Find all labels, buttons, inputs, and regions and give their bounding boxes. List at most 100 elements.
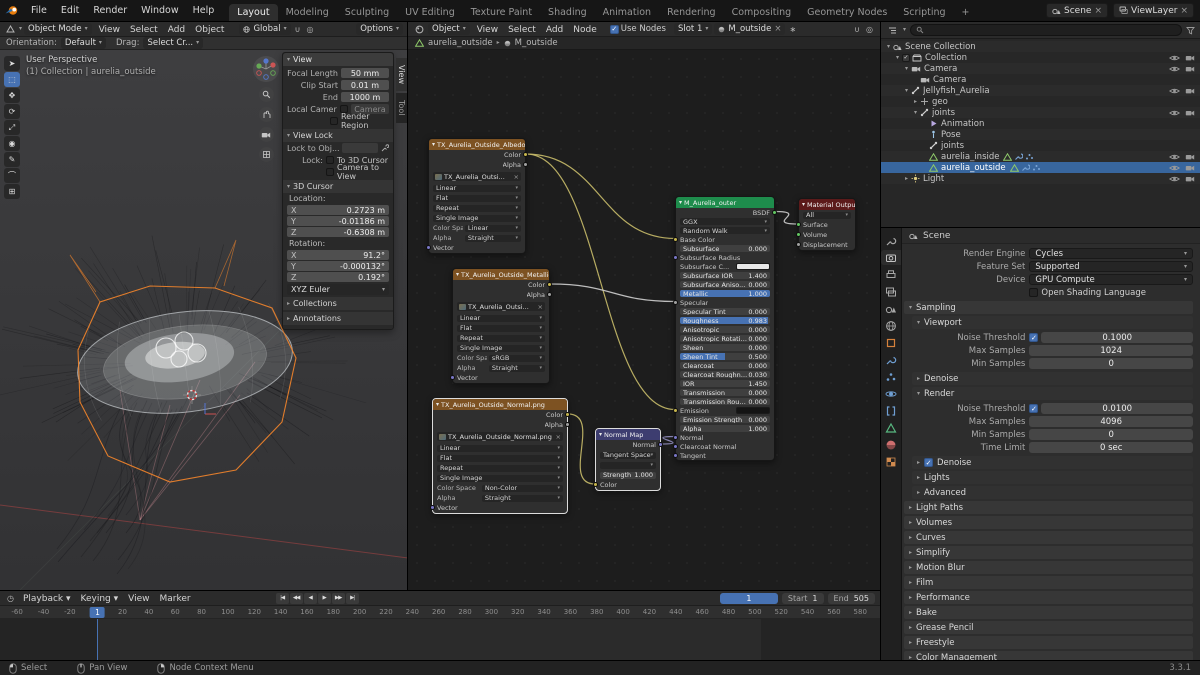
playhead[interactable] <box>97 619 99 660</box>
property-dropdown[interactable]: Supported ▾ <box>1029 261 1193 272</box>
node-dropdown[interactable]: Straight ▾ <box>488 364 545 372</box>
node-row-linear[interactable]: Linear ▾ <box>453 313 549 323</box>
render-visibility-icon[interactable] <box>1185 153 1195 161</box>
node-row-repeat[interactable]: Repeat ▾ <box>453 333 549 343</box>
properties-tab-view-layer[interactable] <box>881 284 901 299</box>
camera-to-view-checkbox[interactable] <box>326 168 334 176</box>
socket-left[interactable] <box>796 232 801 237</box>
node-row-subsurface-aniso[interactable]: Subsurface Aniso... 0.000 <box>676 280 774 289</box>
eye-icon[interactable] <box>1169 153 1180 161</box>
menu-help[interactable]: Help <box>186 5 222 16</box>
node-row-transmission-rough[interactable]: Transmission Rough... 0.000 <box>676 397 774 406</box>
number-field[interactable]: 0 sec <box>1029 442 1193 453</box>
value-slider[interactable]: Strength 1.000 <box>600 471 656 479</box>
node-link[interactable] <box>774 210 799 225</box>
node-row-subsurface[interactable]: Subsurface 0.000 <box>676 244 774 253</box>
node-row-tangent[interactable]: Tangent <box>673 451 774 460</box>
breadcrumb-aurelia-outside[interactable]: aurelia_outside <box>428 38 493 48</box>
workspace-tab-shading[interactable]: Shading <box>540 4 595 21</box>
socket-right[interactable] <box>547 282 552 287</box>
timeline-menu-view[interactable]: View <box>123 594 154 604</box>
node-row-single-image[interactable]: Single Image ▾ <box>433 473 567 483</box>
toggle-perspective-gizmo-icon[interactable] <box>258 147 274 162</box>
node-header-output[interactable]: ▾ Material Output <box>799 199 855 210</box>
socket-left[interactable] <box>673 299 678 305</box>
tool-move-button[interactable]: ✥ <box>4 88 20 103</box>
node-dropdown[interactable]: Linear ▾ <box>464 224 521 232</box>
value-slider[interactable]: IOR 1.450 <box>680 380 770 387</box>
number-field[interactable]: 0.1000 <box>1041 332 1193 343</box>
node-header-albedo[interactable]: ▾TX_Aurelia_Outside_Albedo.png <box>429 139 525 150</box>
filter-icon[interactable] <box>1186 26 1195 35</box>
node-row-emission-strength[interactable]: Emission Strength 0.000 <box>676 415 774 424</box>
node-row-flat[interactable]: Flat ▾ <box>433 453 567 463</box>
eye-icon[interactable] <box>1169 65 1180 73</box>
menu-edit[interactable]: Edit <box>54 5 86 16</box>
node-row-all[interactable]: All ▾ <box>799 210 855 220</box>
node-row-anisotropic-rotation[interactable]: Anisotropic Rotation 0.000 <box>676 334 774 343</box>
node-dropdown[interactable]: Flat ▾ <box>457 324 545 332</box>
node-dropdown[interactable]: Random Walk ▾ <box>680 227 770 234</box>
shader-menu-select[interactable]: Select <box>503 25 541 35</box>
workspace-tab-sculpting[interactable]: Sculpting <box>337 4 397 21</box>
properties-tab-scene[interactable] <box>881 301 901 316</box>
blender-logo-icon[interactable] <box>0 0 24 21</box>
color-swatch[interactable] <box>736 407 770 414</box>
outliner-row-aurelia-inside[interactable]: aurelia_inside <box>881 151 1200 162</box>
node-dropdown[interactable]: Linear ▾ <box>437 444 563 452</box>
slot-dropdown[interactable]: Slot 1 ▾ <box>673 23 713 35</box>
node-link[interactable] <box>525 153 676 240</box>
pin-icon[interactable]: ∗ <box>787 25 798 34</box>
collapse-icon[interactable]: ▾ <box>802 201 805 208</box>
node-row-sheen[interactable]: Sheen 0.000 <box>676 343 774 352</box>
section-motion-blur[interactable]: ▸ Motion Blur <box>904 561 1193 574</box>
socket-left[interactable] <box>450 375 455 380</box>
collapse-icon[interactable]: ▾ <box>436 401 439 408</box>
chevron-right-icon[interactable]: ▸ <box>911 98 920 105</box>
node-row-clearcoat-roughness[interactable]: Clearcoat Roughness 0.030 <box>676 370 774 379</box>
render-visibility-icon[interactable] <box>1185 65 1195 73</box>
viewlayer-selector[interactable]: ViewLayer × <box>1113 3 1194 18</box>
render-region-checkbox[interactable] <box>330 117 338 125</box>
node-header-metallic[interactable]: ▾TX_Aurelia_Outside_Metallic.png <box>453 269 549 280</box>
outliner-row-pose[interactable]: Pose <box>881 129 1200 140</box>
workspace-tab-texture-paint[interactable]: Texture Paint <box>463 4 540 21</box>
node-row-color-space[interactable]: Color Space Linear ▾ <box>429 223 525 233</box>
socket-left[interactable] <box>673 443 678 449</box>
workspace-tab-animation[interactable]: Animation <box>595 4 659 21</box>
eye-icon[interactable] <box>1169 54 1180 62</box>
breadcrumb-scene[interactable]: Scene <box>923 231 950 241</box>
node-dropdown[interactable]: Single Image ▾ <box>433 214 521 222</box>
node-row-flat[interactable]: Flat ▾ <box>453 323 549 333</box>
workspace-tab-scripting[interactable]: Scripting <box>895 4 953 21</box>
value-slider[interactable]: Specular Tint 0.000 <box>680 308 770 315</box>
node-row-strength[interactable]: Strength 1.000 <box>596 470 660 480</box>
node-row-ggx[interactable]: GGX ▾ <box>676 217 774 226</box>
tool-select-box-button[interactable]: ⬚ <box>4 72 20 87</box>
node-row-sheen-tint[interactable]: Sheen Tint 0.500 <box>676 352 774 361</box>
overlays-icon[interactable]: ◎ <box>864 25 875 34</box>
cursor-location-z-field[interactable]: Z -0.6308 m <box>287 227 389 237</box>
value-slider[interactable]: Transmission Rough... 0.000 <box>680 398 770 405</box>
node-row-subsurface-ior[interactable]: Subsurface IOR 1.400 <box>676 271 774 280</box>
value-slider[interactable]: Alpha 1.000 <box>680 425 770 432</box>
properties-tab-world[interactable] <box>881 318 901 333</box>
collection-checkbox[interactable]: ✓ <box>902 53 910 62</box>
node-row-single-image[interactable]: Single Image ▾ <box>429 213 525 223</box>
tool-measure-button[interactable]: ⌒ <box>4 168 20 183</box>
value-slider[interactable]: Sheen Tint 0.500 <box>680 353 770 360</box>
section-bake[interactable]: ▸ Bake <box>904 606 1193 619</box>
node-dropdown[interactable]: Flat ▾ <box>433 194 521 202</box>
shader-menu-node[interactable]: Node <box>568 25 602 35</box>
view-lock-section-header[interactable]: ▾ View Lock <box>283 129 393 142</box>
eyedropper-icon[interactable] <box>381 144 389 152</box>
node-dropdown[interactable]: Straight ▾ <box>464 234 521 242</box>
node-row-alpha[interactable]: Alpha <box>433 420 570 430</box>
cursor-location-y-field[interactable]: Y -0.01186 m <box>287 216 389 226</box>
editor-type-outliner-icon[interactable] <box>886 26 899 35</box>
number-field[interactable]: 4096 <box>1029 416 1193 427</box>
cursor-rotation-z-field[interactable]: Z 0.192° <box>287 272 389 282</box>
node-group[interactable]: ▾ M_Aurelia_outer BSDF GGX ▾ Random Walk ▾ Base… <box>673 196 777 461</box>
eye-icon[interactable] <box>1169 109 1180 117</box>
properties-tab-material[interactable] <box>881 437 901 452</box>
